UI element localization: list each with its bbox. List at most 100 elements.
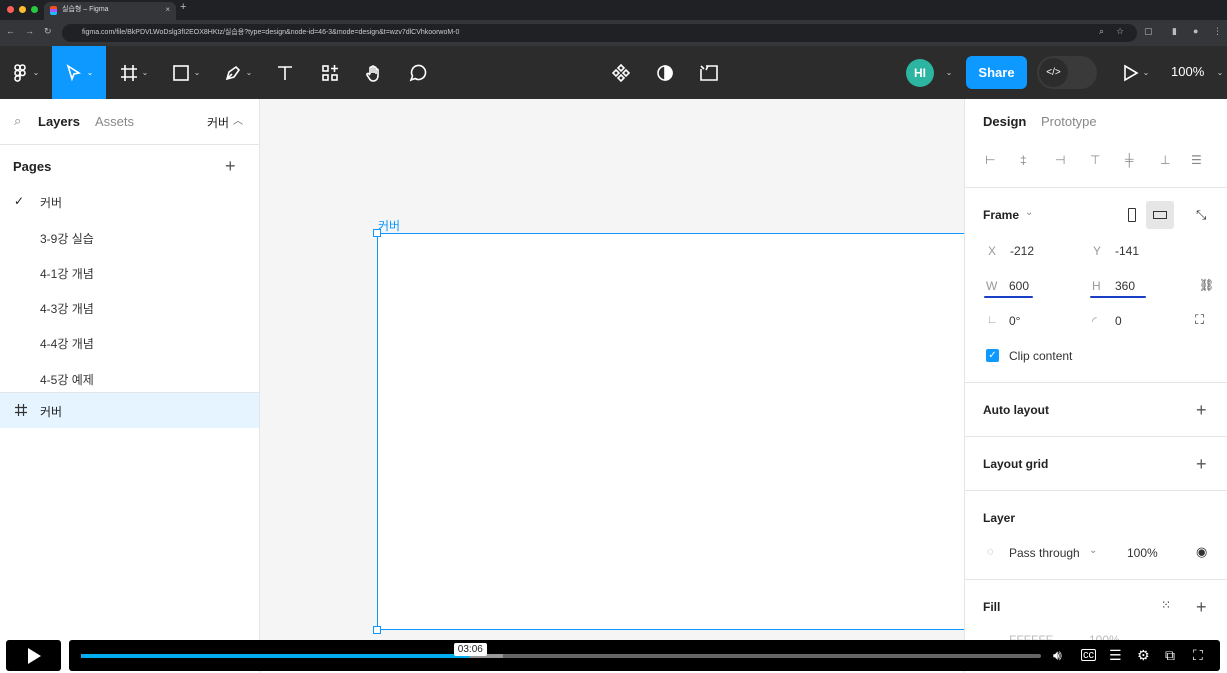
add-fill-icon[interactable]: + [1196, 598, 1207, 616]
constrain-proportions-icon[interactable]: ⛓ [1199, 278, 1214, 292]
rotation-icon: ∟ [987, 314, 998, 326]
browser-menu-icon[interactable]: ⋮ [1213, 26, 1222, 37]
sidebar-icon[interactable]: ▮ [1172, 26, 1177, 37]
chevron-down-icon[interactable]: ⌄ [1025, 207, 1033, 218]
progress-bar[interactable]: 03:06 [81, 643, 1041, 658]
align-horizontal-center-icon[interactable]: ‡ [1020, 153, 1027, 167]
shape-tool-button[interactable]: ⌄ [162, 46, 210, 99]
mask-button[interactable] [648, 46, 682, 99]
video-player-controls: 03:06 🔊︎ cc ☰ ⚙ ⧉ ⛶ [0, 638, 1227, 673]
resources-button[interactable] [310, 46, 350, 99]
picture-in-picture-icon[interactable]: ⧉ [1165, 647, 1175, 664]
browser-tab[interactable]: 실습형 – Figma × [44, 2, 176, 20]
align-left-icon[interactable]: ⊢ [985, 153, 995, 167]
captions-icon[interactable]: cc [1081, 649, 1096, 661]
page-item[interactable]: 4-1강 개념 [40, 265, 94, 282]
minimize-window-icon[interactable] [19, 6, 26, 13]
layer-row-cover[interactable]: 커버 [0, 393, 259, 428]
component-button[interactable] [604, 46, 638, 99]
tab-layers[interactable]: Layers [38, 114, 80, 129]
zoom-menu-button[interactable]: ⌄ [1211, 46, 1225, 99]
present-button[interactable]: ⌄ [1112, 46, 1160, 99]
profile-icon[interactable]: ● [1193, 26, 1198, 36]
crop-button[interactable] [692, 46, 726, 99]
main-menu-button[interactable]: ⌄ [0, 46, 50, 99]
rotation-input[interactable]: 0° [1009, 314, 1020, 328]
move-tool-button[interactable]: ⌄ [52, 46, 106, 99]
canvas[interactable]: 커버 [260, 99, 977, 640]
resize-handle[interactable] [373, 229, 381, 237]
browser-tab-bar: 실습형 – Figma × + [0, 0, 1227, 20]
clip-content-checkbox[interactable]: ✓ [986, 349, 999, 362]
pages-heading: Pages [13, 159, 52, 174]
close-window-icon[interactable] [7, 6, 14, 13]
zoom-icon[interactable]: ⌕ [1099, 26, 1104, 37]
new-tab-icon[interactable]: + [180, 1, 186, 13]
tab-design[interactable]: Design [983, 114, 1026, 129]
tab-prototype[interactable]: Prototype [1041, 114, 1097, 129]
page-item[interactable]: 커버 [40, 194, 62, 211]
chevron-down-icon[interactable]: ⌄ [1089, 545, 1097, 556]
align-top-icon[interactable]: ⊤ [1090, 153, 1100, 167]
current-page-selector[interactable]: 커버 [207, 114, 229, 131]
portrait-orientation-icon[interactable] [1128, 208, 1136, 222]
landscape-orientation-button[interactable] [1146, 201, 1174, 229]
zoom-level[interactable]: 100% [1171, 64, 1204, 79]
frame-section-title[interactable]: Frame [983, 208, 1019, 222]
width-input[interactable]: 600 [1009, 279, 1029, 293]
reload-icon[interactable]: ↻ [44, 26, 52, 37]
corner-radius-input[interactable]: 0 [1115, 314, 1122, 328]
page-item[interactable]: 4-4강 개념 [40, 335, 94, 352]
blend-mode-select[interactable]: Pass through [1009, 546, 1080, 560]
chevron-down-icon: ⌄ [86, 68, 94, 77]
y-input[interactable]: -141 [1115, 244, 1139, 258]
cursor-icon [66, 63, 81, 81]
visibility-eye-icon[interactable]: ◉ [1196, 544, 1207, 560]
page-item[interactable]: 3-9강 실습 [40, 230, 94, 247]
hand-tool-button[interactable] [354, 46, 394, 99]
fullscreen-icon[interactable]: ⛶ [1193, 647, 1203, 664]
frame-label[interactable]: 커버 [378, 217, 400, 234]
address-input[interactable]: figma.com/file/BkPDVLWoDslg3fI2EOX8HKtz/… [62, 24, 1137, 42]
extensions-icon[interactable]: ▢ [1144, 26, 1153, 37]
styles-grid-icon[interactable]: ⁙ [1161, 598, 1171, 612]
independent-corners-icon[interactable]: ⛶ [1195, 312, 1204, 328]
pen-tool-button[interactable]: ⌄ [214, 46, 262, 99]
search-icon[interactable]: ⌕ [14, 113, 21, 129]
bookmark-star-icon[interactable]: ☆ [1116, 26, 1124, 37]
check-icon: ✓ [14, 194, 25, 208]
align-bottom-icon[interactable]: ⊥ [1160, 153, 1170, 167]
tab-assets[interactable]: Assets [95, 114, 134, 129]
avatar[interactable]: HI [906, 59, 934, 87]
comment-tool-button[interactable] [398, 46, 438, 99]
tab-close-icon[interactable]: × [165, 2, 170, 18]
dev-mode-toggle[interactable]: </> [1037, 56, 1097, 89]
resize-handle[interactable] [373, 626, 381, 634]
height-input[interactable]: 360 [1115, 279, 1135, 293]
multiplayer-menu-button[interactable]: ⌄ [940, 46, 954, 99]
frame-tool-button[interactable]: ⌄ [110, 46, 158, 99]
add-auto-layout-icon[interactable]: + [1196, 401, 1207, 419]
x-input[interactable]: -212 [1010, 244, 1034, 258]
settings-gear-icon[interactable]: ⚙ [1137, 647, 1150, 664]
maximize-window-icon[interactable] [31, 6, 38, 13]
text-tool-button[interactable] [266, 46, 304, 99]
selected-frame[interactable] [377, 233, 977, 630]
add-page-icon[interactable]: + [225, 157, 236, 175]
chevron-up-icon[interactable]: ︿ [233, 112, 243, 127]
align-vertical-center-icon[interactable]: ╪ [1125, 153, 1134, 167]
opacity-input[interactable]: 100% [1127, 546, 1158, 560]
add-layout-grid-icon[interactable]: + [1196, 455, 1207, 473]
back-icon[interactable]: ← [6, 26, 15, 36]
transcript-icon[interactable]: ☰ [1109, 647, 1122, 664]
align-right-icon[interactable]: ⊣ [1055, 153, 1065, 167]
forward-icon[interactable]: → [25, 26, 34, 36]
page-item[interactable]: 4-3강 개념 [40, 300, 94, 317]
play-button[interactable] [6, 640, 61, 671]
chevron-down-icon: ⌄ [193, 68, 201, 77]
distribute-icon[interactable]: ☰ [1191, 153, 1202, 167]
volume-icon[interactable]: 🔊︎ [1053, 647, 1062, 664]
page-item[interactable]: 4-5강 예제 [40, 371, 94, 388]
share-button[interactable]: Share [966, 56, 1027, 89]
resize-to-fit-icon[interactable]: ⤡ [1196, 207, 1206, 223]
